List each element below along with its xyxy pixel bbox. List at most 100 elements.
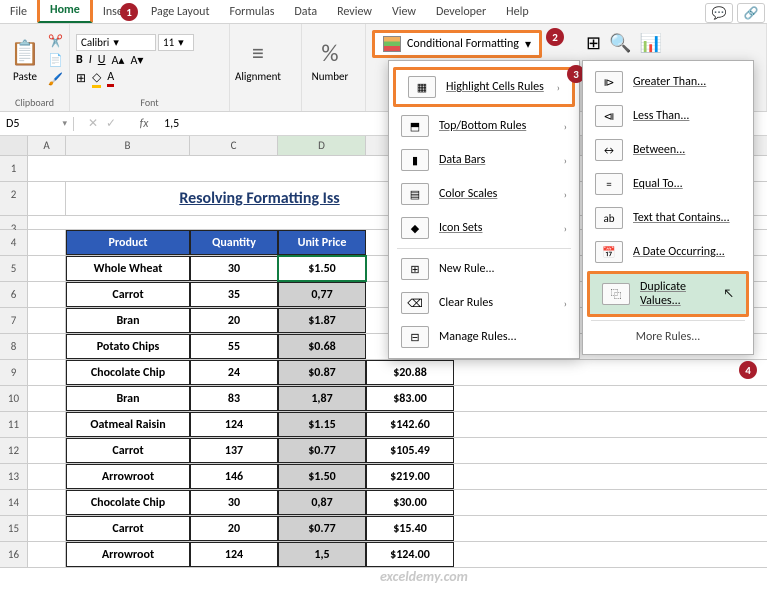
qty-cell[interactable]: 20 [190, 308, 278, 333]
less-than-item[interactable]: ⧏Less Than... [583, 99, 753, 133]
borders-icon[interactable]: ⊞ [76, 71, 86, 86]
tab-review[interactable]: Review [327, 1, 382, 23]
qty-cell[interactable]: 146 [190, 464, 278, 489]
qty-cell[interactable]: 24 [190, 360, 278, 385]
row-header[interactable]: 1 [0, 156, 28, 181]
price-cell[interactable]: $1.87 [278, 308, 366, 333]
product-cell[interactable]: Chocolate Chip [66, 360, 190, 385]
product-cell[interactable]: Potato Chips [66, 334, 190, 359]
row-header[interactable]: 13 [0, 464, 28, 489]
price-cell[interactable]: 0,77 [278, 282, 366, 307]
icon-sets-item[interactable]: ◆Icon Sets› [389, 211, 579, 245]
insert-cells-icon[interactable]: ⊞ [586, 32, 601, 54]
analyze-icon[interactable]: 📊 [639, 32, 661, 54]
row-header[interactable]: 12 [0, 438, 28, 463]
copy-icon[interactable]: 📄 [48, 53, 63, 68]
color-scales-item[interactable]: ▤Color Scales› [389, 177, 579, 211]
date-occurring-item[interactable]: 📅A Date Occurring... [583, 235, 753, 269]
bold-button[interactable]: B [76, 53, 83, 67]
product-cell[interactable]: Carrot [66, 516, 190, 541]
find-icon[interactable]: 🔍 [609, 32, 631, 54]
price-cell[interactable]: $0.77 [278, 438, 366, 463]
font-size-select[interactable]: 11▾ [158, 34, 194, 51]
total-cell[interactable]: $15.40 [366, 516, 454, 541]
row-header[interactable]: 6 [0, 282, 28, 307]
row-header[interactable]: 16 [0, 542, 28, 567]
tab-home[interactable]: Home [37, 0, 93, 23]
decrease-font-icon[interactable]: A▾ [130, 53, 143, 68]
qty-cell[interactable]: 30 [190, 490, 278, 515]
row-header[interactable]: 10 [0, 386, 28, 411]
font-color-icon[interactable]: A [107, 70, 114, 87]
col-header[interactable]: A [28, 136, 66, 155]
cut-icon[interactable]: ✂️ [48, 34, 63, 49]
qty-cell[interactable]: 35 [190, 282, 278, 307]
row-header[interactable]: 3 [0, 216, 28, 229]
comments-button[interactable]: 💬 [705, 3, 733, 23]
qty-cell[interactable]: 137 [190, 438, 278, 463]
col-header[interactable]: B [66, 136, 190, 155]
row-header[interactable]: 7 [0, 308, 28, 333]
increase-font-icon[interactable]: A▴ [111, 53, 124, 68]
price-cell[interactable]: $1.15 [278, 412, 366, 437]
qty-cell[interactable]: 30 [190, 256, 278, 281]
italic-button[interactable]: I [89, 53, 92, 67]
product-cell[interactable]: Chocolate Chip [66, 490, 190, 515]
tab-developer[interactable]: Developer [426, 1, 496, 23]
top-bottom-rules-item[interactable]: ⬒Top/Bottom Rules› [389, 109, 579, 143]
product-cell[interactable]: Bran [66, 386, 190, 411]
total-cell[interactable]: $30.00 [366, 490, 454, 515]
equal-to-item[interactable]: =Equal To... [583, 167, 753, 201]
qty-cell[interactable]: 124 [190, 542, 278, 567]
product-cell[interactable]: Arrowroot [66, 542, 190, 567]
row-header[interactable]: 9 [0, 360, 28, 385]
select-all-cell[interactable] [0, 136, 28, 155]
price-cell[interactable]: $1.50 [278, 256, 366, 281]
between-item[interactable]: ↔Between... [583, 133, 753, 167]
row-header[interactable]: 11 [0, 412, 28, 437]
price-cell[interactable]: 1,87 [278, 386, 366, 411]
fx-icon[interactable]: fx [130, 117, 158, 131]
tab-page-layout[interactable]: Page Layout [141, 1, 219, 23]
greater-than-item[interactable]: ⧐Greater Than... [583, 65, 753, 99]
row-header[interactable]: 8 [0, 334, 28, 359]
more-rules-item[interactable]: More Rules... [583, 324, 753, 350]
product-cell[interactable]: Oatmeal Raisin [66, 412, 190, 437]
fill-color-icon[interactable]: ◇ [92, 70, 101, 88]
paste-button[interactable]: 📋 Paste [6, 29, 44, 93]
alignment-button[interactable]: ≡Alignment [236, 29, 280, 93]
product-cell[interactable]: Bran [66, 308, 190, 333]
product-cell[interactable]: Arrowroot [66, 464, 190, 489]
total-cell[interactable]: $219.00 [366, 464, 454, 489]
total-cell[interactable]: $124.00 [366, 542, 454, 567]
duplicate-values-item[interactable]: ⿻Duplicate Values...↖ [587, 271, 749, 317]
row-header[interactable]: 5 [0, 256, 28, 281]
clear-rules-item[interactable]: ⌫Clear Rules› [389, 286, 579, 320]
new-rule-item[interactable]: ⊞New Rule... [389, 252, 579, 286]
number-button[interactable]: %Number [308, 29, 352, 93]
total-cell[interactable]: $20.88 [366, 360, 454, 385]
price-cell[interactable]: $0.68 [278, 334, 366, 359]
tab-file[interactable]: File [0, 1, 37, 23]
font-name-select[interactable]: Calibri▾ [76, 34, 156, 51]
tab-formulas[interactable]: Formulas [219, 1, 284, 23]
data-bars-item[interactable]: ▮Data Bars› [389, 143, 579, 177]
underline-button[interactable]: U [98, 53, 106, 67]
price-cell[interactable]: $0.87 [278, 360, 366, 385]
col-header[interactable]: C [190, 136, 278, 155]
product-cell[interactable]: Carrot [66, 438, 190, 463]
qty-cell[interactable]: 124 [190, 412, 278, 437]
format-painter-icon[interactable]: 🖌️ [48, 72, 63, 87]
price-cell[interactable]: $0.77 [278, 516, 366, 541]
tab-help[interactable]: Help [496, 1, 539, 23]
text-contains-item[interactable]: abText that Contains... [583, 201, 753, 235]
total-cell[interactable]: $105.49 [366, 438, 454, 463]
conditional-formatting-button[interactable]: Conditional Formatting ▾ [372, 30, 542, 58]
price-cell[interactable]: 1,5 [278, 542, 366, 567]
total-cell[interactable]: $142.60 [366, 412, 454, 437]
price-cell[interactable]: $1.50 [278, 464, 366, 489]
share-button[interactable]: 🔗 [737, 3, 765, 23]
qty-cell[interactable]: 83 [190, 386, 278, 411]
manage-rules-item[interactable]: ⊟Manage Rules... [389, 320, 579, 354]
product-cell[interactable]: Whole Wheat [66, 256, 190, 281]
